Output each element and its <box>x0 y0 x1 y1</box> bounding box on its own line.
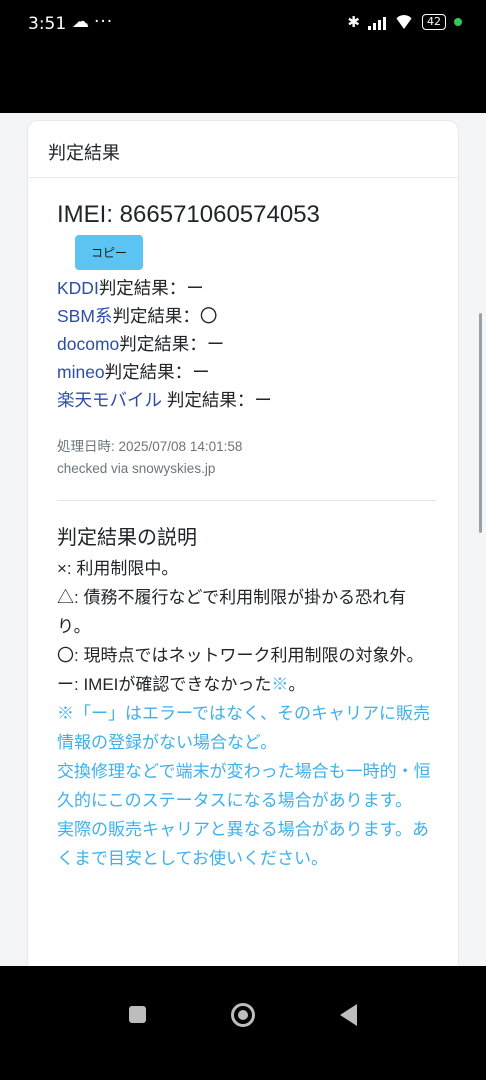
status-bar: 3:51 ☁ ··· ✱ 42 <box>0 0 486 50</box>
check-meta: 処理日時: 2025/07/08 14:01:58 checked via sn… <box>57 436 437 480</box>
carrier-results: KDDI判定結果：ー SBM系判定結果：〇 docomo判定結果：ー mineo… <box>57 274 437 414</box>
recent-apps-icon[interactable] <box>129 1006 146 1023</box>
page: 判定結果 IMEI: 866571060574053 コピー KDDI判定結果：… <box>0 113 486 966</box>
card-header: 判定結果 <box>28 121 458 178</box>
explanation-line: 〇: 現時点ではネットワーク利用制限の対象外。 <box>57 646 424 665</box>
imei-number: IMEI: 866571060574053 <box>57 201 320 228</box>
card-body: IMEI: 866571060574053 コピー KDDI判定結果：ー SBM… <box>57 201 437 873</box>
note-text: 実際の販売キャリアと異なる場合があります。あくまで目安としてお使いください。 <box>57 820 429 868</box>
carrier-name: KDDI <box>57 278 99 298</box>
status-time: 3:51 <box>28 14 67 34</box>
explanation-line: ー: IMEIが確認できなかった※。 <box>57 670 437 699</box>
explanation-line-end: 。 <box>288 675 306 694</box>
carrier-name: SBM系 <box>57 306 113 326</box>
explanation-line: △: 債務不履行などで利用制限が掛かる恐れ有り。 <box>57 588 407 636</box>
wifi-icon <box>394 15 414 29</box>
scrollbar[interactable] <box>479 313 482 533</box>
processed-time: 処理日時: 2025/07/08 14:01:58 <box>57 439 243 454</box>
cloud-icon: ☁ <box>72 12 89 32</box>
result-card: 判定結果 IMEI: 866571060574053 コピー KDDI判定結果：… <box>28 121 458 966</box>
carrier-name: 楽天モバイル <box>57 390 162 410</box>
note-mark: ※ <box>271 675 289 694</box>
explanation-line-text: ー: IMEIが確認できなかった <box>57 675 272 694</box>
result-value: 判定結果：ー <box>119 334 225 354</box>
copy-button[interactable]: コピー <box>75 235 144 270</box>
result-row-rakuten: 楽天モバイル 判定結果：ー <box>57 386 437 414</box>
explanation-line: ×: 利用制限中。 <box>57 559 179 578</box>
explanation-title: 判定結果の説明 <box>57 527 197 549</box>
divider <box>57 500 437 501</box>
result-value: 判定結果：ー <box>98 278 204 298</box>
result-row-sbm: SBM系判定結果：〇 <box>57 302 437 330</box>
result-value: 判定結果：〇 <box>112 306 218 326</box>
result-row-mineo: mineo判定結果：ー <box>57 358 437 386</box>
result-value: 判定結果：ー <box>104 362 210 382</box>
more-notifications-icon: ··· <box>94 12 114 32</box>
back-icon[interactable] <box>340 1004 357 1026</box>
checked-via: checked via snowyskies.jp <box>57 461 216 476</box>
note-text: 交換修理などで端末が変わった場合も一時的・恒久的にこのステータスになる場合があり… <box>57 762 431 810</box>
battery-icon: 42 <box>422 14 446 30</box>
result-row-kddi: KDDI判定結果：ー <box>57 274 437 302</box>
privacy-indicator-icon <box>454 18 462 26</box>
explanation-body: ×: 利用制限中。 △: 債務不履行などで利用制限が掛かる恐れ有り。 〇: 現時… <box>57 554 437 873</box>
note-text: ※「ー」はエラーではなく、そのキャリアに販売情報の登録がない場合など。 <box>57 704 430 752</box>
result-value: 判定結果：ー <box>162 390 272 410</box>
carrier-name: mineo <box>57 362 105 382</box>
signal-icon <box>368 14 386 30</box>
bluetooth-icon: ✱ <box>347 13 360 31</box>
result-row-docomo: docomo判定結果：ー <box>57 330 437 358</box>
home-icon[interactable] <box>231 1003 255 1027</box>
card-title: 判定結果 <box>48 143 120 164</box>
navigation-bar <box>0 966 486 1080</box>
carrier-name: docomo <box>57 334 120 354</box>
